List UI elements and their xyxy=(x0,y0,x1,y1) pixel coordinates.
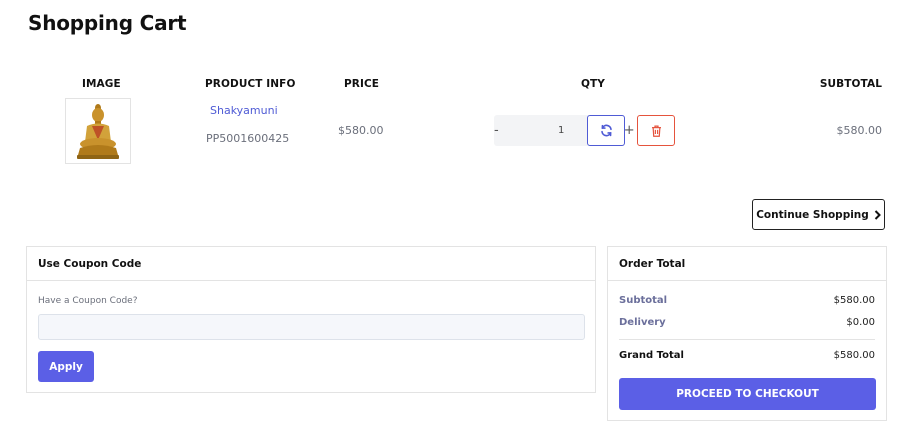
col-header-qty: QTY xyxy=(581,78,605,90)
quantity-stepper: - + xyxy=(494,115,635,146)
coupon-input[interactable] xyxy=(38,314,585,340)
order-subtotal-label: Subtotal xyxy=(619,295,668,306)
order-total-panel: Order Total Subtotal $580.00 Delivery $0… xyxy=(607,246,887,421)
continue-shopping-label: Continue Shopping xyxy=(756,208,869,221)
coupon-panel: Use Coupon Code Have a Coupon Code? Appl… xyxy=(26,246,596,393)
product-name-link[interactable]: Shakyamuni xyxy=(210,104,278,117)
proceed-to-checkout-button[interactable]: PROCEED TO CHECKOUT xyxy=(619,378,876,410)
order-delivery-row: Delivery $0.00 xyxy=(619,317,875,328)
order-total-title: Order Total xyxy=(608,247,886,281)
order-subtotal-row: Subtotal $580.00 xyxy=(619,295,875,306)
apply-coupon-button[interactable]: Apply xyxy=(38,351,94,382)
order-total-divider xyxy=(619,339,875,340)
page-title: Shopping Cart xyxy=(28,11,187,35)
order-grand-total-label: Grand Total xyxy=(619,350,684,361)
product-sku: PP5001600425 xyxy=(206,132,290,145)
col-header-subtotal: SUBTOTAL xyxy=(819,78,882,90)
buddha-statue-icon xyxy=(77,104,119,159)
continue-shopping-button[interactable]: Continue Shopping xyxy=(752,199,885,230)
order-grand-total-value: $580.00 xyxy=(833,350,875,361)
coupon-panel-title: Use Coupon Code xyxy=(27,247,595,281)
col-header-price: PRICE xyxy=(344,78,380,90)
order-subtotal-value: $580.00 xyxy=(833,295,875,306)
col-header-product-info: PRODUCT INFO xyxy=(205,78,296,90)
remove-item-button[interactable] xyxy=(637,115,675,146)
col-header-image: IMAGE xyxy=(82,78,121,90)
refresh-icon xyxy=(600,124,612,137)
order-delivery-label: Delivery xyxy=(619,317,666,328)
update-cart-button[interactable] xyxy=(587,115,625,146)
product-subtotal: $580.00 xyxy=(836,124,883,137)
product-thumbnail[interactable] xyxy=(65,98,131,164)
order-delivery-value: $0.00 xyxy=(846,317,875,328)
order-grand-total-row: Grand Total $580.00 xyxy=(619,350,875,361)
product-price: $580.00 xyxy=(338,124,384,137)
trash-icon xyxy=(651,125,661,137)
qty-increment-button[interactable]: + xyxy=(624,115,635,146)
chevron-right-icon xyxy=(874,209,881,220)
coupon-label: Have a Coupon Code? xyxy=(38,296,138,306)
